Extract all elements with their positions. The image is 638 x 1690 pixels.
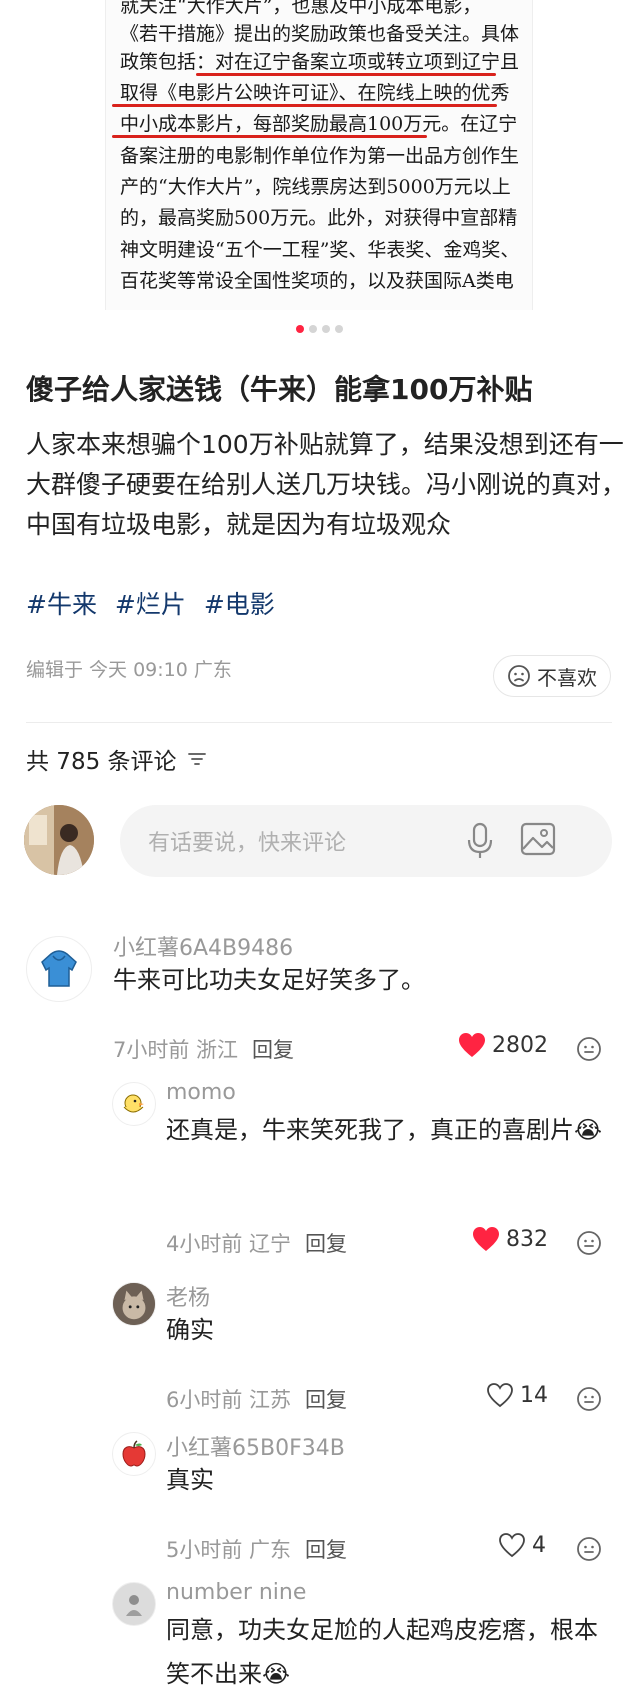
red-underline	[112, 104, 497, 107]
reply-button[interactable]: 回复	[305, 1388, 347, 1412]
emoji-react-icon[interactable]	[576, 1536, 602, 1562]
comment-text: 牛来可比功夫女足好笑多了。	[113, 966, 425, 994]
avatar[interactable]	[24, 805, 94, 875]
emoji-react-icon[interactable]	[576, 1386, 602, 1412]
user-photo-icon	[24, 805, 94, 875]
cat-photo-icon	[113, 1283, 155, 1325]
red-underline	[196, 73, 496, 76]
comment-time: 6小时前 江苏	[166, 1388, 292, 1412]
comment-time: 5小时前 广东	[166, 1538, 292, 1562]
like-button[interactable]: 2802	[458, 1032, 548, 1058]
apple-icon	[122, 1440, 146, 1467]
carousel-dot	[295, 325, 304, 333]
comment-count[interactable]: 共 785 条评论	[26, 742, 207, 776]
duck-icon	[123, 1094, 144, 1113]
reply-button[interactable]: 回复	[305, 1538, 347, 1562]
post-body: 人家本来想骗个100万补贴就算了，结果没想到还有一大群傻子硬要在给别人送几万块钱…	[26, 430, 627, 539]
comment-text: 确实	[166, 1316, 214, 1344]
post-title: 傻子给人家送钱（牛来）能拿100万补贴	[26, 373, 533, 406]
tag-link[interactable]: #电影	[204, 590, 275, 619]
article-line: 百花奖等常设全国性奖项的，以及获国际A类电	[120, 270, 514, 292]
heart-outline-icon	[487, 1383, 513, 1408]
image-icon[interactable]	[520, 821, 556, 857]
comment-text: 同意，功夫女足尬的人起鸡皮疙瘩，根本笑不出来😭	[166, 1616, 598, 1688]
reply-button[interactable]: 回复	[305, 1232, 347, 1256]
like-count: 2802	[492, 1032, 548, 1058]
comment-meta: 7小时前 浙江 回复	[113, 1034, 294, 1064]
carousel-indicator	[0, 325, 638, 333]
sad-face-icon	[508, 665, 530, 687]
red-underline	[112, 135, 427, 138]
like-count: 4	[532, 1532, 546, 1558]
microphone-icon[interactable]	[465, 821, 495, 861]
like-button[interactable]: 4	[498, 1532, 546, 1558]
emoji-react-icon[interactable]	[576, 1036, 602, 1062]
comment-text: 还真是，牛来笑死我了，真正的喜剧片😭	[166, 1116, 603, 1144]
divider	[26, 722, 612, 723]
comment-meta: 6小时前 江苏 回复	[166, 1384, 347, 1414]
like-count: 832	[506, 1226, 548, 1252]
avatar[interactable]	[112, 1282, 156, 1326]
article-image[interactable]: 就关注“大作大片”，也惠及中小成本电影， 《若干措施》提出的奖励政策也备受关注。…	[105, 0, 533, 310]
comment-author[interactable]: number nine	[166, 1580, 306, 1605]
like-button[interactable]: 832	[472, 1226, 548, 1252]
like-button[interactable]: 14	[486, 1382, 548, 1408]
reply-button[interactable]: 回复	[252, 1038, 294, 1062]
like-count: 14	[520, 1382, 548, 1408]
comment-meta: 4小时前 辽宁 回复	[166, 1228, 347, 1258]
carousel-dot	[334, 325, 343, 333]
comment-input[interactable]: 有话要说，快来评论	[120, 805, 612, 877]
tag-link[interactable]: #烂片	[115, 590, 186, 619]
comment-time: 7小时前 浙江	[113, 1038, 239, 1062]
avatar[interactable]	[112, 1432, 156, 1476]
avatar[interactable]	[112, 1082, 156, 1126]
heart-filled-icon	[473, 1227, 499, 1251]
dislike-button[interactable]: 不喜欢	[493, 655, 611, 697]
sort-icon	[187, 753, 206, 765]
comment-author[interactable]: momo	[166, 1080, 236, 1105]
figure-icon	[126, 1595, 142, 1616]
avatar[interactable]	[26, 936, 92, 1002]
heart-outline-icon	[499, 1533, 525, 1558]
avatar[interactable]	[112, 1582, 156, 1626]
tag-link[interactable]: #牛来	[26, 590, 97, 619]
carousel-dot	[321, 325, 330, 333]
comment-text: 真实	[166, 1466, 214, 1494]
carousel-dot	[308, 325, 317, 333]
post-meta: 编辑于 今天 09:10 广东	[26, 659, 232, 681]
comment-count-label: 共 785 条评论	[26, 749, 177, 775]
comment-time: 4小时前 辽宁	[166, 1232, 292, 1256]
dislike-label: 不喜欢	[537, 665, 597, 690]
heart-filled-icon	[459, 1033, 485, 1057]
post-tags: #牛来 #烂片 #电影	[26, 585, 285, 625]
comment-placeholder: 有话要说，快来评论	[148, 831, 347, 856]
comment-meta: 5小时前 广东 回复	[166, 1534, 347, 1564]
hoodie-icon	[41, 950, 77, 987]
emoji-react-icon[interactable]	[576, 1230, 602, 1256]
